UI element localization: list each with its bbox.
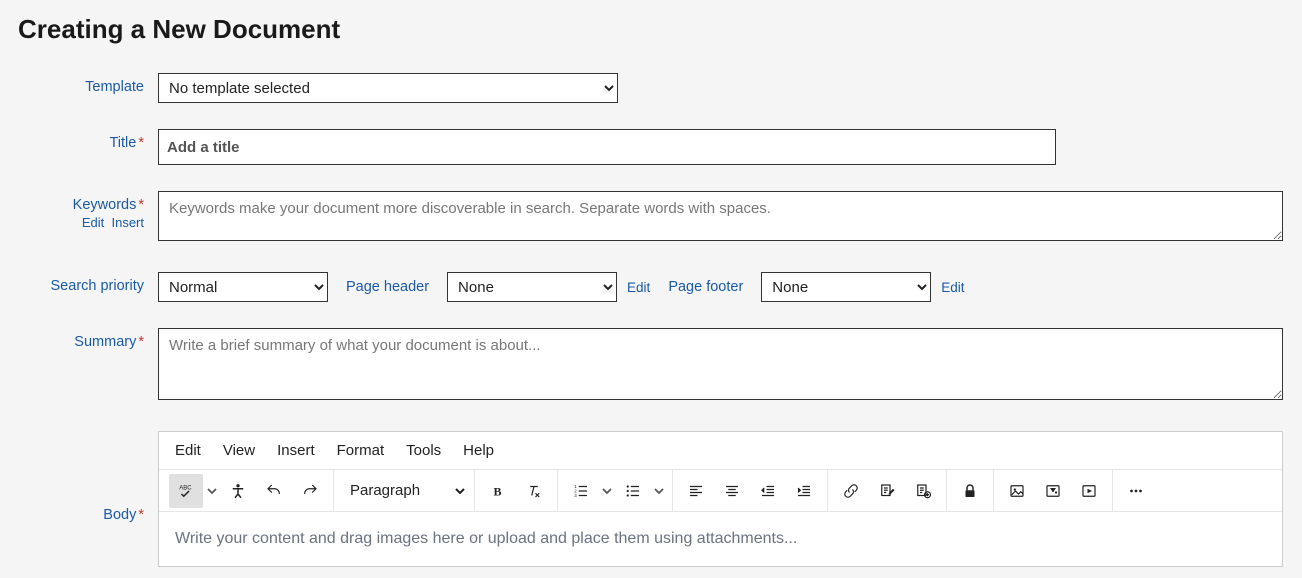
page-title: Creating a New Document — [18, 14, 1284, 45]
svg-text:ABC: ABC — [179, 485, 192, 491]
indent-button[interactable] — [787, 474, 821, 508]
menu-view[interactable]: View — [223, 442, 255, 459]
label-page-header: Page header — [346, 279, 429, 295]
keywords-insert-link[interactable]: Insert — [111, 215, 144, 230]
outdent-button[interactable] — [751, 474, 785, 508]
editor-menubar: Edit View Insert Format Tools Help — [159, 432, 1282, 470]
menu-edit[interactable]: Edit — [175, 442, 201, 459]
editor-toolbar: ABC — [159, 470, 1282, 512]
row-summary: Summary* — [18, 328, 1284, 405]
bold-button[interactable]: B — [481, 474, 515, 508]
spellcheck-button[interactable]: ABC — [169, 474, 203, 508]
video-button[interactable] — [1072, 474, 1106, 508]
menu-insert[interactable]: Insert — [277, 442, 315, 459]
svg-text:3: 3 — [574, 493, 577, 498]
label-keywords: Keywords — [73, 197, 137, 213]
bullet-list-button[interactable] — [616, 474, 650, 508]
template-select[interactable]: No template selected — [158, 73, 618, 103]
edit-document-button[interactable] — [870, 474, 904, 508]
lock-button[interactable] — [953, 474, 987, 508]
svg-text:B: B — [494, 484, 502, 498]
search-priority-select[interactable]: Normal — [158, 272, 328, 302]
spellcheck-dropdown[interactable] — [205, 486, 219, 496]
add-document-button[interactable] — [906, 474, 940, 508]
page-footer-select[interactable]: None — [761, 272, 931, 302]
undo-button[interactable] — [257, 474, 291, 508]
menu-tools[interactable]: Tools — [406, 442, 441, 459]
label-title: Title — [109, 135, 136, 151]
page-footer-edit-link[interactable]: Edit — [941, 280, 964, 295]
accessibility-button[interactable] — [221, 474, 255, 508]
row-template: Template No template selected — [18, 73, 1284, 103]
link-button[interactable] — [834, 474, 868, 508]
page-header-select[interactable]: None — [447, 272, 617, 302]
label-summary: Summary — [74, 334, 136, 350]
body-editor-content[interactable]: Write your content and drag images here … — [159, 512, 1282, 566]
required-marker: * — [138, 197, 144, 213]
row-search-priority: Search priority Normal Page header None … — [18, 272, 1284, 302]
row-title: Title* — [18, 129, 1284, 165]
redo-button[interactable] — [293, 474, 327, 508]
menu-format[interactable]: Format — [337, 442, 385, 459]
row-body: Body* Edit View Insert Format Tools Help… — [18, 431, 1284, 567]
summary-textarea[interactable] — [158, 328, 1283, 400]
numbered-list-button[interactable]: 123 — [564, 474, 598, 508]
rich-text-editor: Edit View Insert Format Tools Help ABC — [158, 431, 1283, 567]
more-button[interactable] — [1119, 474, 1153, 508]
required-marker: * — [138, 135, 144, 151]
required-marker: * — [138, 334, 144, 350]
label-search-priority: Search priority — [18, 272, 158, 294]
align-left-button[interactable] — [679, 474, 713, 508]
menu-help[interactable]: Help — [463, 442, 494, 459]
align-center-button[interactable] — [715, 474, 749, 508]
page-header-edit-link[interactable]: Edit — [627, 280, 650, 295]
title-input[interactable] — [158, 129, 1056, 165]
paragraph-format-select[interactable]: Paragraph — [340, 474, 468, 508]
label-page-footer: Page footer — [668, 279, 743, 295]
label-body: Body — [103, 507, 136, 523]
numbered-list-dropdown[interactable] — [600, 486, 614, 496]
keywords-textarea[interactable] — [158, 191, 1283, 241]
required-marker: * — [138, 507, 144, 523]
image-button[interactable] — [1000, 474, 1034, 508]
keywords-edit-link[interactable]: Edit — [82, 215, 104, 230]
label-template: Template — [18, 73, 158, 95]
clear-format-button[interactable] — [517, 474, 551, 508]
bullet-list-dropdown[interactable] — [652, 486, 666, 496]
row-keywords: Keywords* Edit Insert — [18, 191, 1284, 246]
picture-button[interactable] — [1036, 474, 1070, 508]
